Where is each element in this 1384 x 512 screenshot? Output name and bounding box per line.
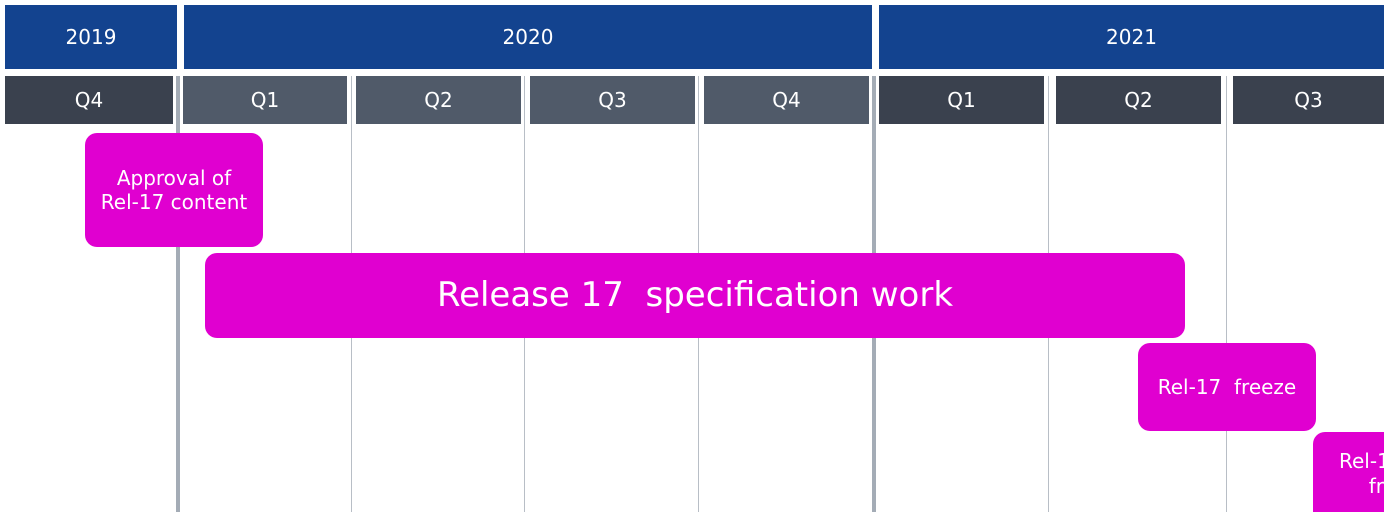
quarter-2021-q3: Q3 [1233,76,1384,124]
quarter-divider [1226,76,1227,512]
year-header-2020: 2020 [184,5,872,69]
approval-milestone-label: Approval of Rel-17 content [100,166,248,214]
quarter-2020-q2: Q2 [356,76,521,124]
cut-off-milestone-line-2: fr [1368,474,1384,498]
cut-off-milestone: Rel-1 fr [1313,432,1384,512]
quarter-2021-q2: Q2 [1056,76,1221,124]
quarter-2020-q3: Q3 [530,76,695,124]
cut-off-milestone-text: Rel-1 fr [1339,449,1384,499]
freeze-milestone-label: Rel-17 freeze [1157,375,1297,399]
approval-milestone: Approval of Rel-17 content [85,133,263,247]
quarter-2020-q1: Q1 [183,76,347,124]
year-header-2021: 2021 [879,5,1384,69]
specification-work-label: Release 17 specification work [436,275,954,316]
freeze-milestone: Rel-17 freeze [1138,343,1316,431]
quarter-2021-q1: Q1 [879,76,1044,124]
year-header-2019: 2019 [5,5,177,69]
quarter-2020-q4: Q4 [704,76,869,124]
cut-off-milestone-line-1: Rel-1 [1339,449,1384,473]
specification-work-bar: Release 17 specification work [205,253,1185,338]
quarter-2019-q4: Q4 [5,76,173,124]
